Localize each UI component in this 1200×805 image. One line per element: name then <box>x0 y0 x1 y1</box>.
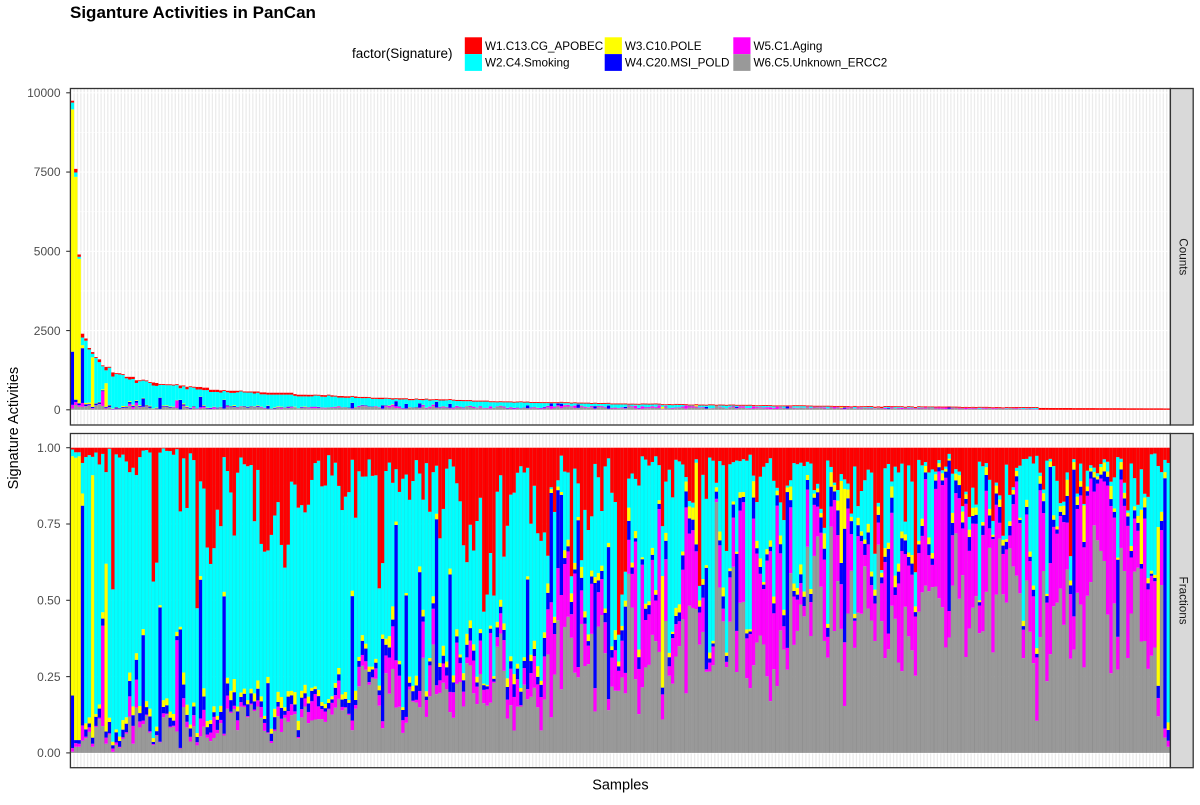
svg-text:factor(Signature): factor(Signature) <box>352 46 453 61</box>
svg-text:0.25: 0.25 <box>37 670 61 684</box>
svg-text:7500: 7500 <box>34 165 61 179</box>
svg-text:1.00: 1.00 <box>37 441 61 455</box>
svg-text:0.75: 0.75 <box>37 517 61 531</box>
svg-text:W4.C20.MSI_POLD: W4.C20.MSI_POLD <box>625 57 730 70</box>
svg-text:0.00: 0.00 <box>37 746 61 760</box>
svg-text:2500: 2500 <box>34 324 61 338</box>
svg-text:Counts: Counts <box>1177 238 1190 275</box>
svg-text:W1.C13.CG_APOBEC: W1.C13.CG_APOBEC <box>485 40 603 53</box>
svg-text:W3.C10.POLE: W3.C10.POLE <box>625 40 702 53</box>
svg-text:10000: 10000 <box>27 86 61 100</box>
svg-text:Samples: Samples <box>592 778 648 794</box>
svg-text:5000: 5000 <box>34 245 61 259</box>
svg-text:W2.C4.Smoking: W2.C4.Smoking <box>485 57 569 70</box>
svg-text:W6.C5.Unknown_ERCC2: W6.C5.Unknown_ERCC2 <box>754 57 888 70</box>
svg-text:0.50: 0.50 <box>37 594 61 608</box>
svg-text:W5.C1.Aging: W5.C1.Aging <box>754 40 823 53</box>
svg-text:Fractions: Fractions <box>1177 577 1190 625</box>
svg-text:0: 0 <box>54 403 61 417</box>
svg-text:Signature Activities: Signature Activities <box>6 367 22 490</box>
svg-text:Siganture Activities in PanCan: Siganture Activities in PanCan <box>70 3 316 22</box>
